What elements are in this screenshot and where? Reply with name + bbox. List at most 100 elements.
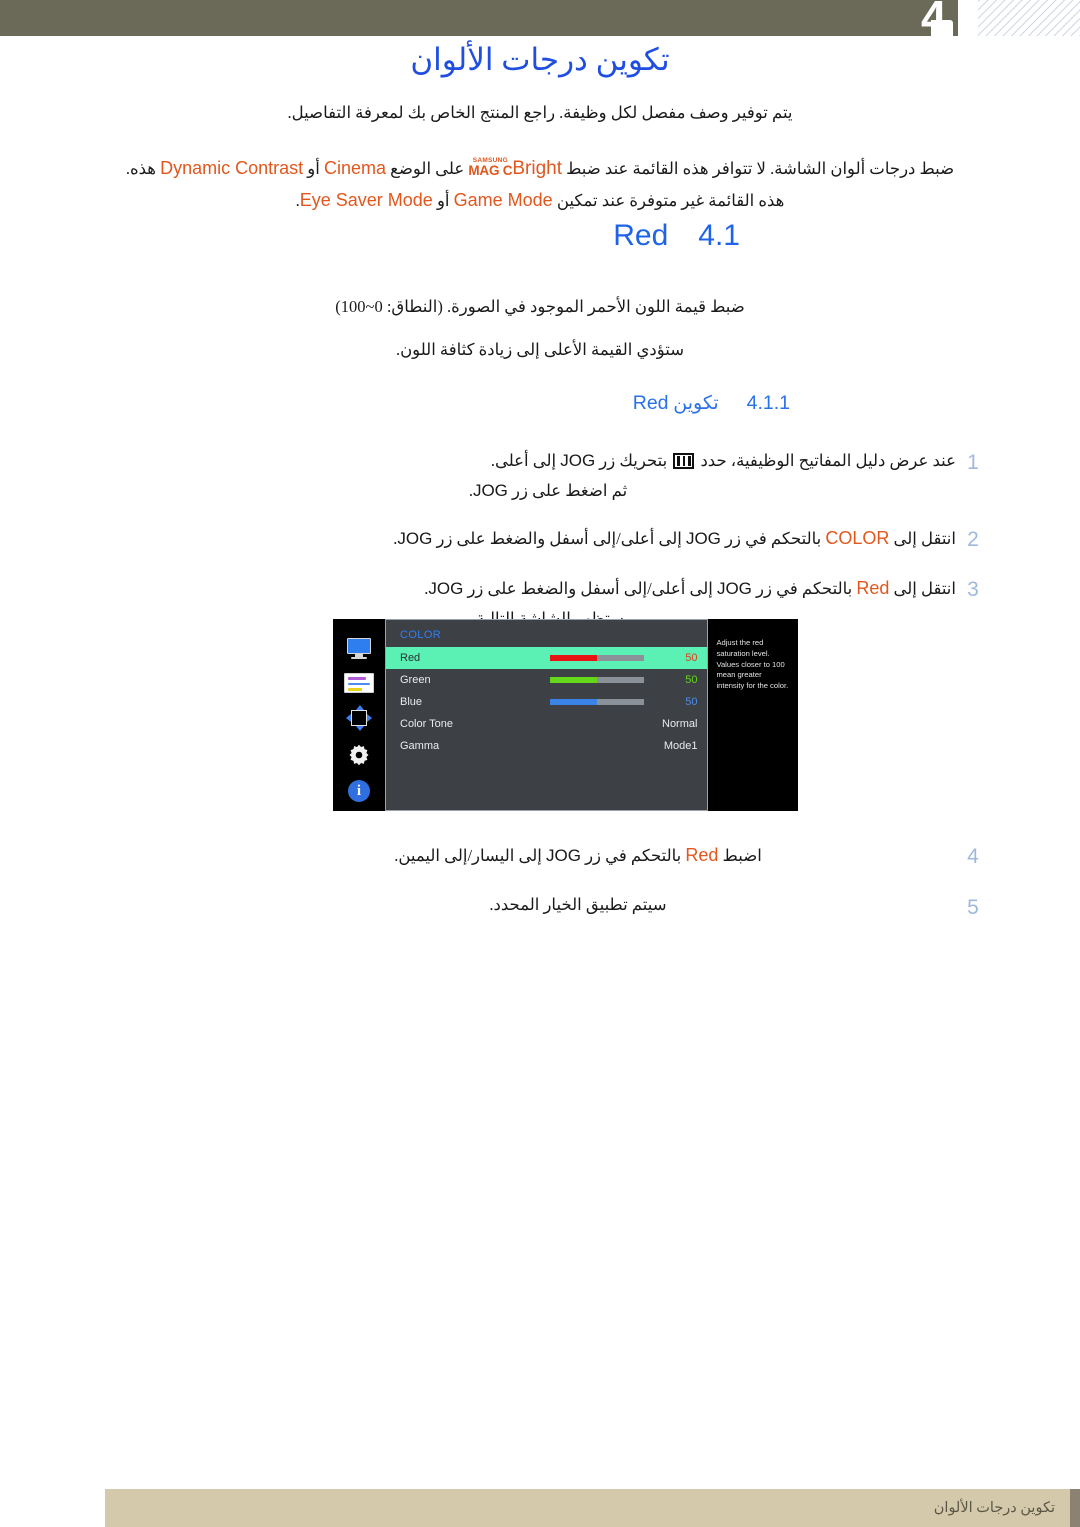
osd-row-red-label: Red (400, 652, 421, 664)
subsection-number: 4.1.1 (746, 392, 790, 414)
magic-magic-text: MAG C (468, 163, 513, 178)
subsection-label-ar: تكوين (673, 393, 719, 414)
osd-row-blue-label: Blue (400, 696, 423, 708)
note-or-1: أو (303, 159, 324, 178)
note-line-2: هذه القائمة غير متوفرة عند تمكين Game Mo… (90, 185, 990, 217)
step-2-number: 2 (967, 527, 979, 551)
step-2-text-c: إلى أعلى/إلى أسفل والضغط على زر (432, 528, 686, 548)
osd-row-green-slider[interactable] (550, 677, 644, 683)
info-icon[interactable]: i (348, 780, 370, 802)
step-1-text-b: بتحريك زر (595, 451, 672, 470)
step-1-text: عند عرض دليل المفاتيح الوظيفية، حدد بتحر… (90, 446, 956, 506)
step-3-text-a: انتقل إلى (889, 579, 957, 599)
osd-row-gamma-value: Mode1 (663, 740, 698, 752)
intro-text: يتم توفير وصف مفصل لكل وظيفة. راجع المنت… (287, 103, 793, 122)
section-body-line-1: ضبط قيمة اللون الأحمر الموجود في الصورة.… (335, 297, 745, 316)
magic-bright-text: Bright (512, 158, 562, 179)
osd-row-blue-value: 50 (685, 696, 698, 708)
magicbright-logo: SAMSUNG MAG C Bright (468, 152, 562, 185)
osd-row-color-tone-spacer (550, 721, 644, 727)
step-3-number: 3 (967, 578, 979, 602)
picture-bars-icon (673, 453, 695, 469)
step-1-subline: ثم اضغط على زر JOG. (170, 476, 956, 506)
header-band (0, 0, 958, 36)
osd-row-color-tone-value: Normal (662, 718, 698, 730)
step-2-jog: JOG (685, 528, 721, 548)
osd-row-green-label: Green (400, 674, 431, 686)
osd-screenshot: i COLOR Red 50 Green 50 Blue 50 Color To… (333, 619, 799, 811)
position-move-icon[interactable] (346, 705, 372, 731)
step-4-jog: JOG (545, 846, 581, 865)
step-3-text-c: إلى أعلى/إلى أسفل والضغط على زر (463, 579, 717, 599)
step-4-text-b: بالتحكم في زر (580, 846, 686, 865)
step-1-number: 1 (967, 451, 979, 474)
note-line-1: ضبط درجات ألوان الشاشة. لا تتوافر هذه ال… (90, 152, 990, 185)
step-4-number: 4 (967, 845, 979, 868)
step-4: 4 اضبط Red بالتحكم في زر JOG إلى اليسار/… (90, 840, 990, 874)
step-1-text-c: إلى أعلى. (490, 451, 561, 470)
osd-help-text: Adjust the red saturation level. Values … (708, 619, 799, 811)
step-5-number: 5 (967, 895, 979, 919)
osd-row-gamma-label: Gamma (400, 740, 440, 752)
step-2-jog-2: JOG (397, 528, 433, 548)
footer-title: تكوين درجات الألوان (933, 1500, 1055, 1516)
step-5-text: سيتم تطبيق الخيار المحدد. (489, 894, 667, 914)
note-text-c: هذه. (125, 159, 161, 178)
note-or-2: أو (432, 191, 454, 211)
section-number: 4.1 (698, 219, 740, 252)
dynamic-contrast-term: Dynamic Contrast (160, 158, 304, 178)
step-1: 1 عند عرض دليل المفاتيح الوظيفية، حدد بت… (90, 446, 990, 506)
osd-row-green[interactable]: Green 50 (386, 669, 707, 691)
osd-row-color-tone[interactable]: Color Tone Normal (386, 713, 707, 735)
note-text-a: ضبط درجات ألوان الشاشة. لا تتوافر هذه ال… (562, 159, 955, 178)
steps-list-bottom: 4 اضبط Red بالتحكم في زر JOG إلى اليسار/… (90, 840, 990, 941)
step-3-text-b: بالتحكم في زر (751, 579, 857, 599)
step-2-text: انتقل إلى COLOR بالتحكم في زر JOG إلى أع… (90, 523, 956, 555)
page-title: تكوين درجات الألوان (410, 42, 670, 77)
step-4-text: اضبط Red بالتحكم في زر JOG إلى اليسار/إل… (90, 840, 956, 872)
note-block: ضبط درجات ألوان الشاشة. لا تتوافر هذه ال… (90, 152, 990, 217)
cinema-term: Cinema (323, 158, 386, 178)
step-5: 5 سيتم تطبيق الخيار المحدد. (90, 891, 990, 925)
step-2-text-b: بالتحكم في زر (720, 528, 826, 548)
gear-settings-icon[interactable] (347, 743, 371, 767)
osd-menu-title: COLOR (400, 629, 442, 641)
osd-row-green-value: 50 (685, 674, 698, 686)
osd-row-gamma[interactable]: Gamma Mode1 (386, 735, 707, 757)
manual-page: 4 تكوين درجات الألوان يتم توفير وصف مفصل… (0, 0, 1080, 1527)
color-sliders-icon[interactable] (344, 673, 374, 693)
step-3-highlight: Red (856, 578, 890, 599)
osd-row-red-slider[interactable] (550, 655, 644, 661)
section-heading: 4.1 Red (90, 219, 990, 253)
note-text-b: على الوضع (385, 159, 469, 178)
note-line2-a: هذه القائمة غير متوفرة عند تمكين (552, 191, 785, 211)
step-1-sub-a: ثم اضغط على زر (507, 480, 628, 500)
osd-row-gamma-spacer (550, 743, 644, 749)
step-4-text-a: اضبط (718, 846, 762, 865)
subsection-label: تكوين Red (633, 392, 719, 415)
subsection-heading: 4.1.1 تكوين Red (90, 392, 990, 415)
chapter-number: 4 (921, 0, 947, 43)
osd-row-color-tone-label: Color Tone (400, 718, 453, 730)
step-2-highlight: COLOR (825, 527, 890, 548)
subsection-label-en: Red (632, 392, 669, 414)
step-2: 2 انتقل إلى COLOR بالتحكم في زر JOG إلى … (90, 523, 990, 557)
step-1-sub-jog: JOG (472, 480, 508, 500)
osd-row-red[interactable]: Red 50 (386, 647, 708, 669)
osd-menu-panel: COLOR Red 50 Green 50 Blue 50 Color Tone… (385, 619, 709, 811)
page-number: 51 (1070, 1489, 1080, 1527)
step-1-jog: JOG (560, 451, 596, 470)
header-hatch-decoration (978, 0, 1080, 36)
footer-bar: تكوين درجات الألوان 51 (105, 1489, 1080, 1527)
step-3-jog: JOG (716, 579, 752, 599)
osd-sidebar: i (333, 619, 385, 811)
section-label: Red (613, 219, 669, 252)
monitor-icon[interactable] (344, 638, 374, 660)
step-1-text-a: عند عرض دليل المفاتيح الوظيفية، حدد (696, 451, 956, 470)
game-mode-term: Game Mode (453, 190, 553, 211)
osd-row-blue-slider[interactable] (550, 699, 644, 705)
osd-row-red-value: 50 (685, 652, 698, 664)
step-3-jog-2: JOG (428, 579, 464, 599)
eye-saver-mode-term: Eye Saver Mode (299, 190, 433, 211)
osd-row-blue[interactable]: Blue 50 (386, 691, 707, 713)
